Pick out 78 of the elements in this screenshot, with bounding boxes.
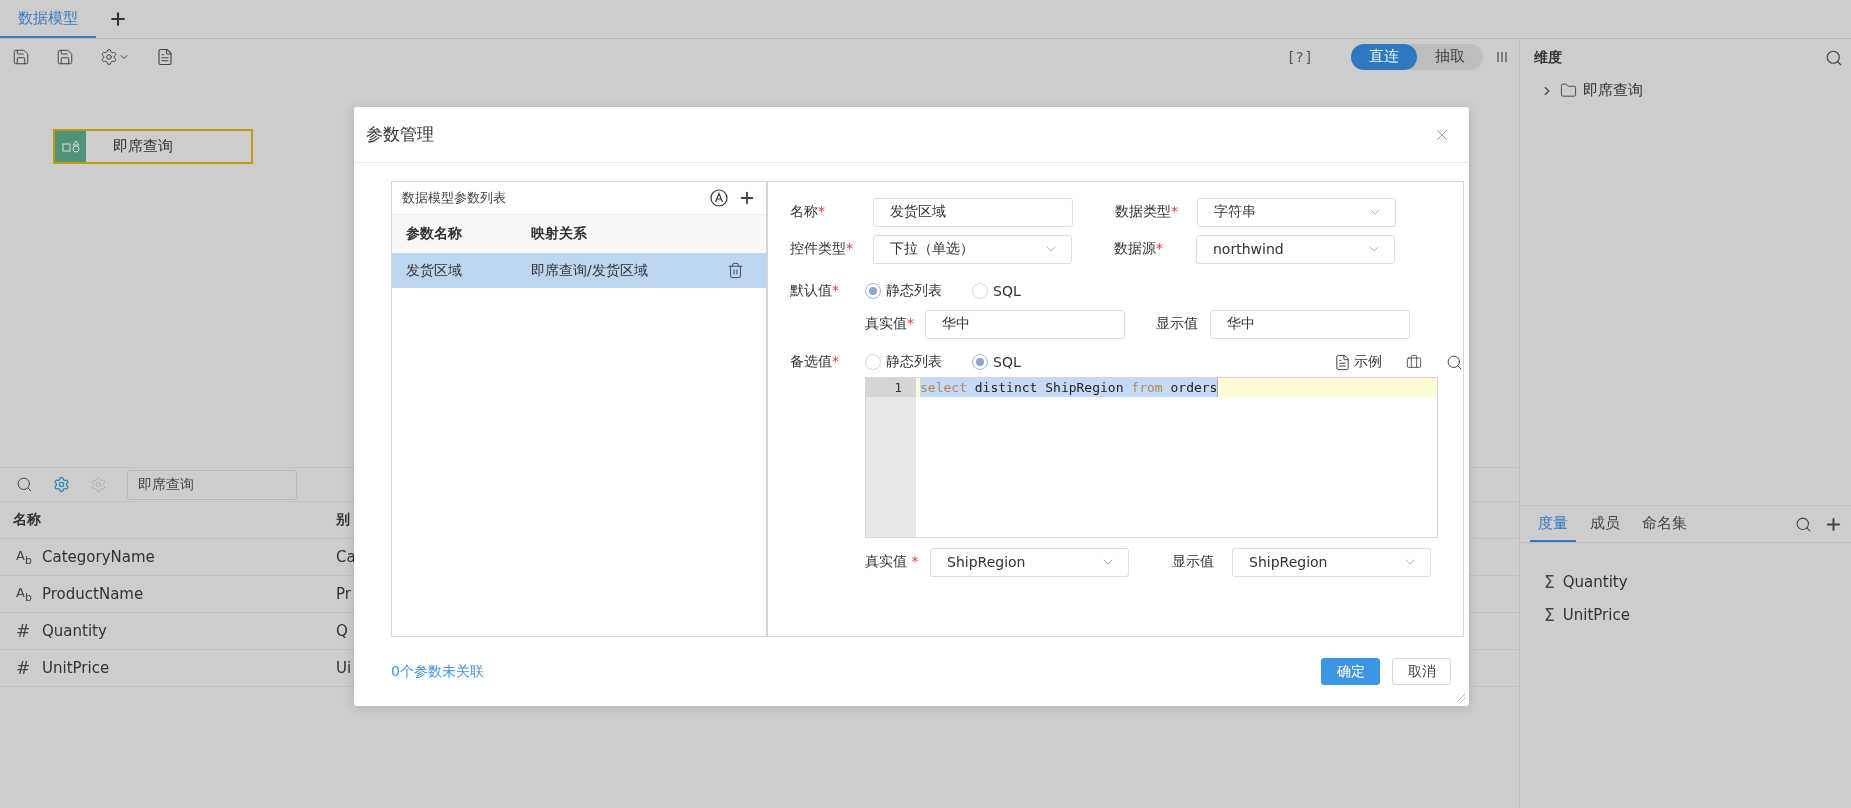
table-cell-text: CategoryName — [42, 548, 156, 566]
field-label: 真实值* — [865, 315, 915, 333]
input-field[interactable]: 华中 — [1210, 309, 1410, 339]
text-type-icon: A$_{b}$ — [16, 584, 42, 604]
radio-label: SQL — [993, 354, 1021, 370]
sigma-icon: Σ — [1544, 604, 1555, 625]
measure-item[interactable]: Quantity — [1562, 572, 1628, 591]
cancel-button[interactable]: 取消 — [1392, 658, 1451, 685]
panel-title: 维度 — [1534, 49, 1562, 67]
dialog-title: 参数管理 — [366, 123, 434, 146]
table-cell-text: UnitPrice — [42, 659, 111, 677]
circled-a-icon[interactable] — [710, 189, 728, 207]
select-field[interactable]: 字符串 — [1197, 197, 1396, 227]
field-label: 控件类型* — [790, 240, 854, 258]
table-cell-text: ProductName — [42, 585, 145, 603]
save-as-icon[interactable] — [56, 47, 74, 66]
field-label: 显示值 — [1156, 315, 1199, 333]
field-label: 名称* — [790, 203, 826, 221]
shapes-icon — [55, 131, 86, 162]
column-header: 映射关系 — [531, 225, 588, 243]
radio-label: 静态列表 — [886, 353, 942, 371]
columns-icon[interactable] — [1497, 50, 1507, 63]
list-title: 数据模型参数列表 — [402, 189, 507, 207]
document-icon — [1334, 353, 1351, 371]
folder-icon — [1560, 82, 1577, 99]
table-cell: Q — [336, 622, 348, 640]
radio-label: 静态列表 — [886, 282, 942, 300]
save-icon[interactable] — [12, 47, 30, 66]
search-icon[interactable] — [1446, 353, 1463, 371]
mode-toggle[interactable]: 直连 抽取 — [1351, 43, 1483, 70]
node-label: 即席查询 — [113, 137, 173, 156]
code-editor[interactable]: 1 select distinct ShipRegion from orders — [865, 377, 1438, 538]
input-field[interactable]: 华中 — [925, 309, 1125, 339]
settings-icon[interactable] — [100, 47, 130, 66]
field-label: 数据源* — [1114, 240, 1164, 258]
help-link[interactable]: [?] — [1288, 48, 1313, 65]
field-label: 数据类型* — [1115, 203, 1179, 221]
mode-tab[interactable]: 直连 — [1351, 43, 1417, 70]
field-label: 显示值 — [1172, 553, 1215, 571]
sigma-icon: Σ — [1544, 571, 1555, 592]
select-field[interactable]: ShipRegion — [930, 547, 1129, 577]
radio-label: SQL — [993, 283, 1021, 299]
settings-icon[interactable] — [53, 476, 70, 493]
briefcase-icon[interactable] — [1406, 354, 1422, 370]
field-label: 真实值 * — [865, 553, 920, 571]
tab[interactable]: 命名集 — [1634, 506, 1695, 542]
select-field[interactable]: northwind — [1196, 234, 1395, 264]
number-type-icon: # — [16, 658, 42, 678]
column-header: 别 — [336, 511, 350, 529]
table-cell: Ui — [336, 659, 352, 677]
example-button[interactable]: 示例 — [1334, 353, 1382, 371]
table-cell-text: 发货区域 — [406, 261, 463, 280]
delete-icon[interactable] — [727, 262, 744, 279]
select-field[interactable]: ShipRegion — [1232, 547, 1431, 577]
column-header: 名称 — [13, 511, 42, 529]
field-label: 默认值* — [790, 282, 840, 300]
field-label: 备选值* — [790, 353, 840, 371]
search-icon[interactable] — [16, 476, 33, 493]
add-icon[interactable] — [738, 189, 756, 207]
mode-tab[interactable]: 抽取 — [1417, 43, 1483, 70]
column-header: 参数名称 — [406, 225, 463, 243]
number-type-icon: # — [16, 621, 42, 641]
input-field[interactable]: 发货区域 — [873, 197, 1073, 227]
text-type-icon: A$_{b}$ — [16, 547, 42, 567]
resize-grip-icon[interactable] — [1456, 693, 1466, 703]
tab[interactable]: 成员 — [1582, 506, 1628, 542]
table-node[interactable]: 即席查询 — [53, 129, 253, 164]
tree-item[interactable]: 即席查询 — [1583, 81, 1643, 100]
table-cell-text: Quantity — [42, 622, 108, 640]
select-field[interactable]: 下拉（单选） — [873, 234, 1072, 264]
table-cell: Ca — [336, 548, 356, 566]
search-icon[interactable] — [1825, 49, 1843, 67]
measure-item[interactable]: UnitPrice — [1562, 605, 1630, 624]
table-cell-text: 即席查询/发货区域 — [531, 261, 649, 280]
line-number: 1 — [866, 378, 916, 397]
table-cell: Pr — [336, 585, 351, 603]
parameter-row[interactable]: 发货区域 即席查询/发货区域 — [392, 253, 766, 288]
search-field[interactable]: 即席查询 — [127, 469, 297, 500]
